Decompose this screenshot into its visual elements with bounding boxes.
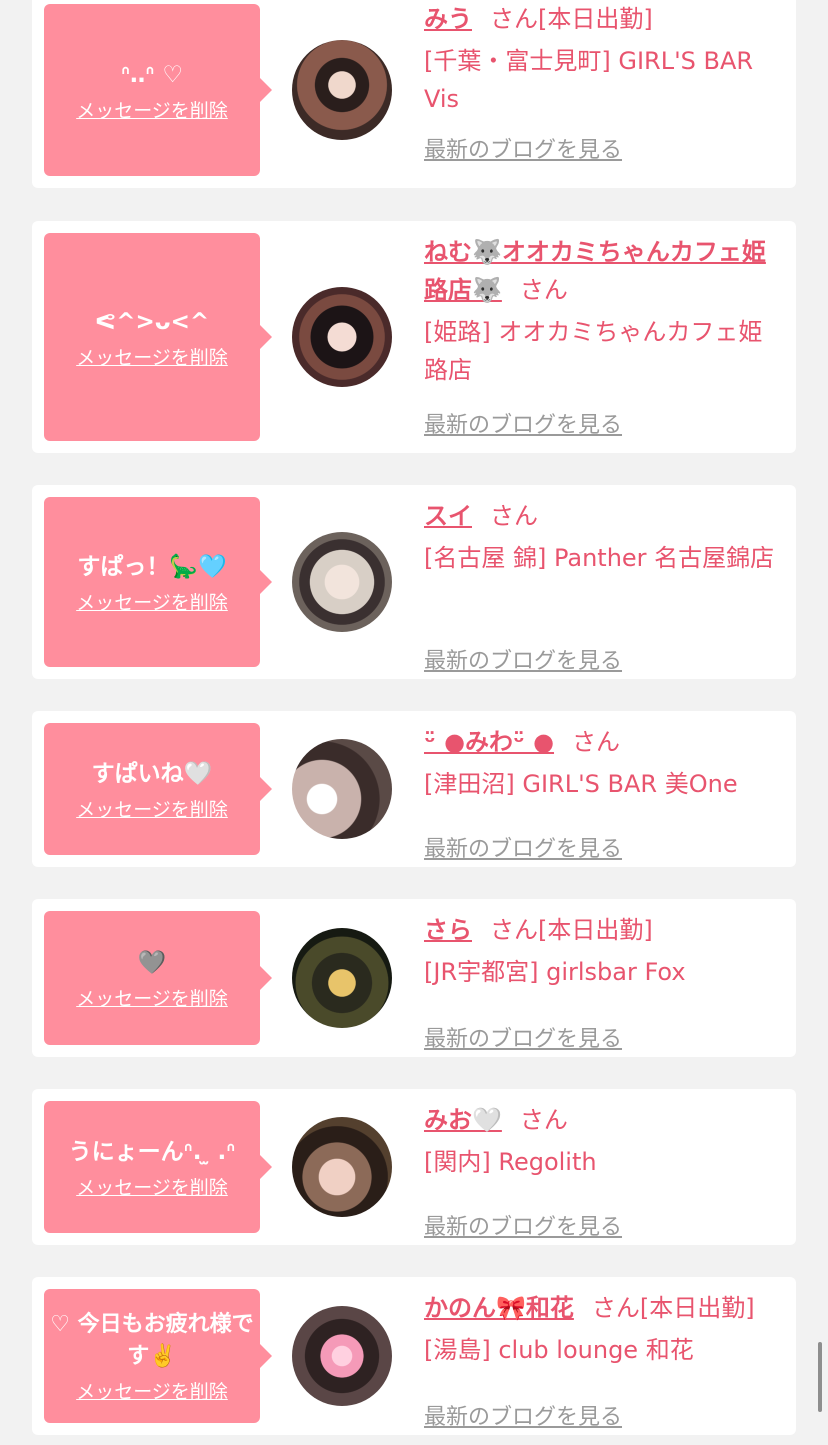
avatar[interactable] [292, 40, 392, 140]
attendance-badge: [本日出勤] [538, 5, 653, 33]
cast-name-link[interactable]: さら [424, 916, 472, 944]
san-suffix: さん [519, 276, 568, 304]
san-suffix: さん [572, 728, 621, 756]
avatar[interactable] [292, 287, 392, 387]
delete-message-link[interactable]: メッセージを削除 [76, 1173, 228, 1200]
cast-name-link[interactable]: スイ [424, 502, 472, 530]
shop-name: [JR宇都宮] girlsbar Fox [424, 958, 686, 986]
list-item: すぱいね🤍 メッセージを削除 ᵕ̈ ●みわᵕ̈ ● さん [津田沼] GIRL'S… [32, 711, 796, 867]
avatar[interactable] [292, 532, 392, 632]
cast-name-link[interactable]: みお🤍 [424, 1106, 502, 1134]
cast-name-link[interactable]: みう [424, 5, 472, 33]
delete-message-link[interactable]: メッセージを削除 [76, 1377, 228, 1404]
message-text: ᐢ‥ᐢ ♡ [120, 61, 184, 88]
cast-name-link[interactable]: ᵕ̈ ●みわᵕ̈ ● [424, 728, 554, 756]
message-bubble: ᕙ^>ᴗ<^ メッセージを削除 [44, 233, 272, 441]
message-bubble: ♡ 今日もお疲れ様です✌️ メッセージを削除 [44, 1289, 272, 1423]
message-bubble: すぱっ！🦕🩵 メッセージを削除 [44, 497, 272, 667]
latest-blog-link[interactable]: 最新のブログを見る [424, 831, 622, 863]
shop-name: [湯島] club lounge 和花 [424, 1336, 694, 1364]
message-text: ♡ 今日もお疲れ様です✌️ [50, 1311, 254, 1369]
san-suffix: さん [490, 502, 538, 530]
latest-blog-link[interactable]: 最新のブログを見る [424, 407, 622, 439]
message-text: すぱいね🤍 [91, 760, 213, 787]
shop-name: [津田沼] GIRL'S BAR 美One [424, 770, 738, 798]
delete-message-link[interactable]: メッセージを削除 [76, 588, 228, 615]
list-item: ♡ 今日もお疲れ様です✌️ メッセージを削除 かのん🎀和花 さん[本日出勤] [湯… [32, 1277, 796, 1435]
message-text: うにょーんᐢ. ̫ .ᐢ [68, 1138, 236, 1165]
avatar[interactable] [292, 928, 392, 1028]
san-suffix: さん [591, 1294, 640, 1322]
list-item: うにょーんᐢ. ̫ .ᐢ メッセージを削除 みお🤍 さん [関内] Regolit… [32, 1089, 796, 1245]
shop-name: [千葉・富士見町] GIRL'S BAR Vis [424, 47, 754, 113]
attendance-badge: [本日出勤] [639, 1294, 755, 1322]
latest-blog-link[interactable]: 最新のブログを見る [424, 132, 622, 164]
san-suffix: さん [490, 5, 538, 33]
cast-name-link[interactable]: ねむ🐺オオカミちゃんカフェ姫路店🐺 [424, 238, 766, 304]
latest-blog-link[interactable]: 最新のブログを見る [424, 643, 622, 675]
message-bubble: うにょーんᐢ. ̫ .ᐢ メッセージを削除 [44, 1101, 272, 1233]
latest-blog-link[interactable]: 最新のブログを見る [424, 1021, 622, 1053]
list-item: ᕙ^>ᴗ<^ メッセージを削除 ねむ🐺オオカミちゃんカフェ姫路店🐺 さん [姫路]… [32, 221, 796, 453]
san-suffix: さん [519, 1106, 568, 1134]
list-item: ᐢ‥ᐢ ♡ メッセージを削除 みう さん[本日出勤] [千葉・富士見町] GIRL… [32, 0, 796, 188]
avatar[interactable] [292, 1117, 392, 1217]
list-item: 🩶 メッセージを削除 さら さん[本日出勤] [JR宇都宮] girlsbar F… [32, 899, 796, 1057]
message-bubble: 🩶 メッセージを削除 [44, 911, 272, 1045]
message-text: 🩶 [137, 949, 167, 976]
list-item: すぱっ！🦕🩵 メッセージを削除 スイ さん [名古屋 錦] Panther 名古屋… [32, 485, 796, 679]
scrollbar[interactable] [818, 1342, 822, 1412]
attendance-badge: [本日出勤] [538, 916, 653, 944]
avatar[interactable] [292, 1306, 392, 1406]
cast-name-link[interactable]: かのん🎀和花 [424, 1294, 574, 1322]
delete-message-link[interactable]: メッセージを削除 [76, 343, 228, 370]
message-bubble: すぱいね🤍 メッセージを削除 [44, 723, 272, 855]
delete-message-link[interactable]: メッセージを削除 [76, 984, 228, 1011]
shop-name: [関内] Regolith [424, 1148, 597, 1176]
san-suffix: さん [490, 916, 538, 944]
shop-name: [名古屋 錦] Panther 名古屋錦店 [424, 544, 775, 572]
message-text: すぱっ！🦕🩵 [77, 553, 227, 580]
latest-blog-link[interactable]: 最新のブログを見る [424, 1209, 622, 1241]
avatar[interactable] [292, 739, 392, 839]
message-text: ᕙ^>ᴗ<^ [94, 308, 210, 335]
latest-blog-link[interactable]: 最新のブログを見る [424, 1399, 622, 1431]
delete-message-link[interactable]: メッセージを削除 [76, 795, 228, 822]
message-bubble: ᐢ‥ᐢ ♡ メッセージを削除 [44, 4, 272, 176]
delete-message-link[interactable]: メッセージを削除 [76, 96, 228, 123]
shop-name: [姫路] オオカミちゃんカフェ姫路店 [424, 318, 763, 384]
